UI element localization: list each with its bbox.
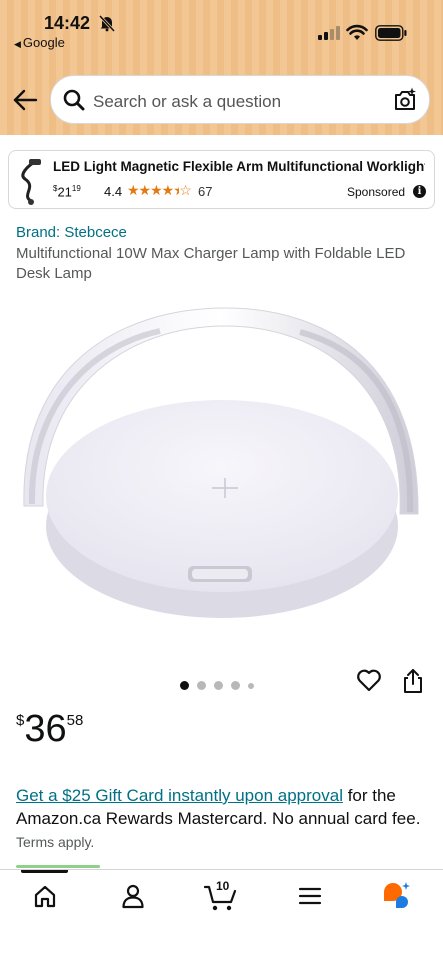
progress-accent bbox=[16, 865, 100, 868]
back-app-label: Google bbox=[22, 35, 65, 50]
active-tab-indicator bbox=[21, 870, 68, 873]
bottom-nav: 10 bbox=[0, 869, 443, 960]
ad-title: LED Light Magnetic Flexible Arm Multifun… bbox=[53, 159, 425, 174]
carousel-dot[interactable] bbox=[214, 681, 223, 691]
camera-search-icon[interactable] bbox=[392, 87, 418, 113]
image-carousel-dots[interactable] bbox=[180, 677, 262, 691]
info-icon[interactable]: i bbox=[413, 185, 426, 198]
search-bar[interactable]: Search or ask a question bbox=[50, 75, 430, 124]
search-icon bbox=[63, 89, 85, 111]
rufus-icon[interactable] bbox=[382, 880, 412, 910]
wifi-icon bbox=[346, 24, 368, 40]
share-icon[interactable] bbox=[402, 668, 424, 694]
status-time: 14:42 bbox=[44, 13, 91, 33]
bell-slash-icon bbox=[98, 14, 116, 32]
carousel-dot[interactable] bbox=[231, 681, 240, 691]
signal-icon bbox=[318, 26, 340, 40]
sponsored-product-card[interactable]: LED Light Magnetic Flexible Arm Multifun… bbox=[8, 150, 435, 209]
ad-star-rating: ★★★★★☆ bbox=[127, 182, 192, 198]
search-placeholder: Search or ask a question bbox=[93, 92, 282, 111]
home-icon[interactable] bbox=[32, 883, 58, 909]
menu-icon[interactable] bbox=[298, 883, 322, 909]
account-icon[interactable] bbox=[120, 883, 146, 909]
product-title: Multifunctional 10W Max Charger Lamp wit… bbox=[16, 245, 406, 282]
back-to-app-link[interactable]: ◀ Google bbox=[14, 35, 65, 50]
brand-link[interactable]: Brand: Stebcece bbox=[16, 224, 127, 241]
product-price: $3658 bbox=[16, 708, 84, 750]
carousel-dot[interactable] bbox=[180, 681, 189, 691]
terms-link[interactable]: Terms apply. bbox=[16, 834, 94, 850]
cart-count: 10 bbox=[216, 879, 230, 893]
top-header: 14:42 ◀ Google Search or ask a question bbox=[0, 0, 443, 135]
ad-rating: 4.4 bbox=[104, 184, 123, 199]
back-arrow-icon[interactable] bbox=[12, 88, 38, 112]
carousel-dot[interactable] bbox=[248, 682, 254, 689]
heart-icon[interactable] bbox=[356, 668, 382, 692]
battery-icon bbox=[375, 25, 407, 41]
gift-card-offer-link[interactable]: Get a $25 Gift Card instantly upon appro… bbox=[16, 786, 343, 805]
sponsored-label: Sponsored bbox=[347, 185, 406, 199]
status-bar: 14:42 ◀ Google bbox=[0, 0, 443, 58]
ad-review-count: 67 bbox=[198, 184, 213, 199]
worklight-thumbnail bbox=[21, 159, 41, 205]
carousel-dot[interactable] bbox=[197, 681, 206, 691]
credit-card-promo: Get a $25 Gift Card instantly upon appro… bbox=[16, 784, 426, 854]
product-image[interactable] bbox=[0, 296, 443, 666]
ad-price: $2119 bbox=[53, 184, 81, 200]
